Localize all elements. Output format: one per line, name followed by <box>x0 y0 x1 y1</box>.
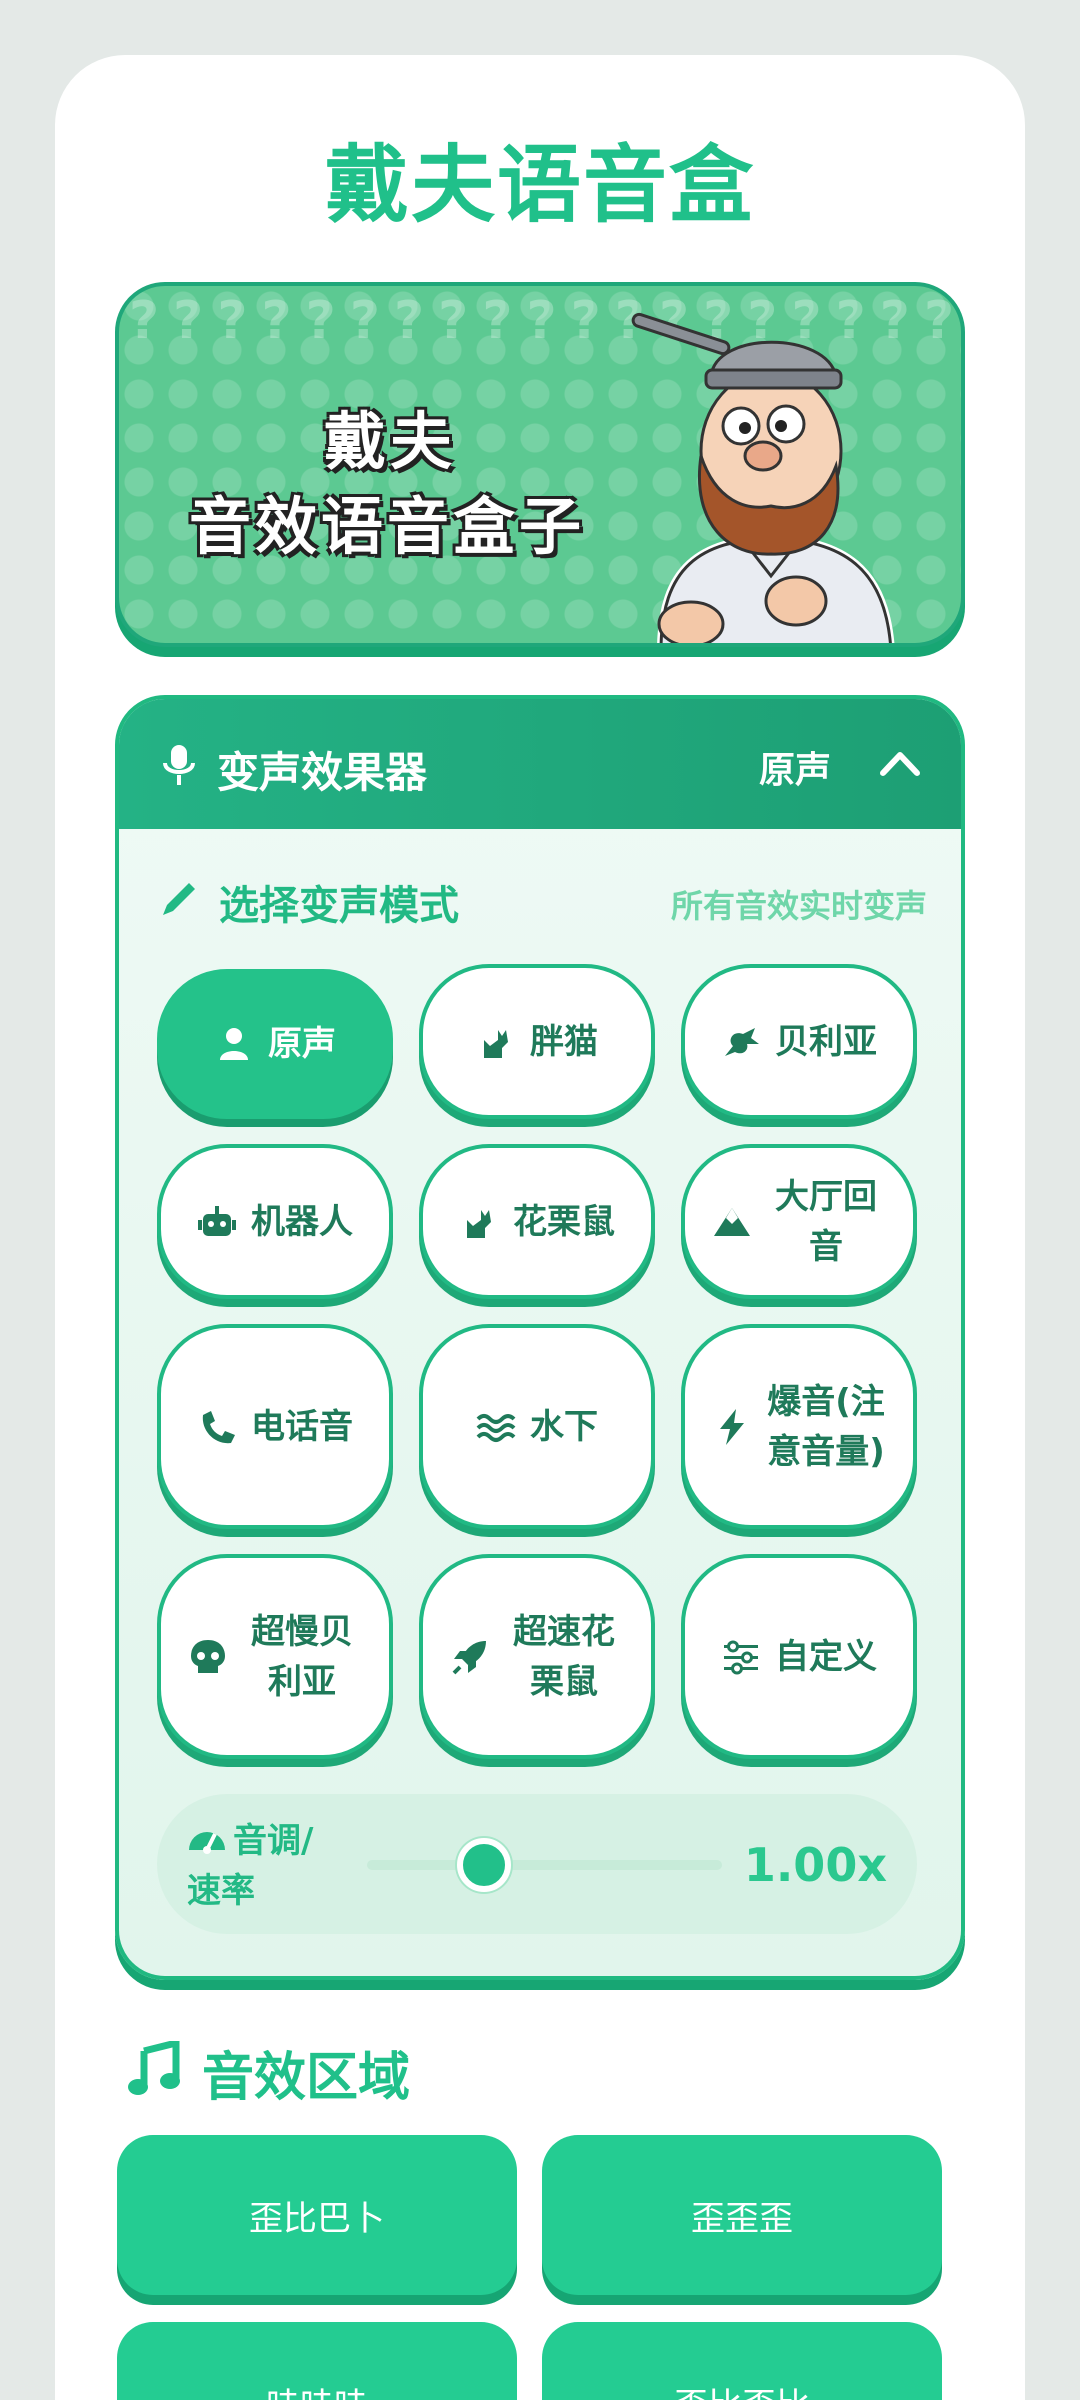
app-title: 戴夫语音盒 <box>324 136 755 234</box>
mode-label: 自定义 <box>775 1636 877 1677</box>
mode-distortion-button[interactable]: 爆音(注意音量) <box>681 1324 917 1529</box>
mode-custom-button[interactable]: 自定义 <box>681 1554 917 1759</box>
dragon-icon <box>725 1027 759 1056</box>
banner-subtitle: 音效语音盒子 <box>189 490 586 563</box>
mode-label: 电话音 <box>251 1406 353 1447</box>
mode-section-title: 选择变声模式 <box>219 883 459 929</box>
voice-changer-panel: 变声效果器 原声 选择变声模式 所有音效实时变声 原声 胖猫 贝利亚 机器人 花… <box>115 695 965 1980</box>
effects-title: 音效区域 <box>202 2048 411 2108</box>
mode-label: 超速花栗鼠 <box>513 1611 615 1702</box>
mode-phone-button[interactable]: 电话音 <box>157 1324 393 1529</box>
mode-robot-button[interactable]: 机器人 <box>157 1144 393 1299</box>
cat-icon <box>467 1209 491 1238</box>
pitch-slider-track[interactable] <box>367 1838 722 1892</box>
banner-title: 戴夫 <box>324 405 457 478</box>
pitch-slider-thumb[interactable] <box>457 1838 512 1892</box>
mode-underwater-button[interactable]: 水下 <box>419 1324 655 1529</box>
water-icon <box>476 1413 516 1442</box>
sliders-icon <box>724 1640 758 1674</box>
banner: ????????????????????????????????????????… <box>115 282 965 647</box>
pitch-label: 音调/速率 <box>187 1816 337 1916</box>
mode-original-button[interactable]: 原声 <box>157 969 393 1119</box>
mode-label: 胖猫 <box>530 1021 598 1062</box>
mode-label: 爆音(注意音量) <box>767 1381 885 1472</box>
mode-hall-echo-button[interactable]: 大厅回音 <box>681 1144 917 1299</box>
voice-changer-title: 变声效果器 <box>217 748 428 797</box>
rocket-icon <box>452 1640 486 1674</box>
sfx-button[interactable]: 歪比巴卜 <box>117 2135 517 2295</box>
sfx-button[interactable]: 歪歪歪 <box>542 2135 942 2295</box>
mode-label: 原声 <box>268 1024 336 1064</box>
pitch-value: 1.00x <box>743 1838 887 1892</box>
mode-label: 水下 <box>530 1406 598 1447</box>
mode-label: 贝利亚 <box>775 1021 877 1062</box>
pen-icon <box>163 883 195 915</box>
music-note-icon <box>128 2041 180 2095</box>
person-icon <box>220 1028 248 1060</box>
mode-fat-cat-button[interactable]: 胖猫 <box>419 964 655 1119</box>
gauge-icon <box>189 1832 225 1854</box>
robot-icon <box>198 1205 236 1236</box>
mode-label: 花栗鼠 <box>513 1201 615 1242</box>
mode-belial-button[interactable]: 贝利亚 <box>681 964 917 1119</box>
sfx-button[interactable]: 歪比歪比 <box>542 2322 942 2400</box>
chevron-up-icon[interactable] <box>877 743 923 783</box>
sfx-button[interactable]: 哇哇哇 <box>117 2322 517 2400</box>
pitch-slider-row: 音调/速率 1.00x <box>157 1794 917 1934</box>
phone-icon <box>202 1410 235 1443</box>
mode-chipmunk-button[interactable]: 花栗鼠 <box>419 1144 655 1299</box>
bolt-icon <box>720 1408 744 1445</box>
mode-label: 机器人 <box>251 1201 353 1242</box>
mode-label: 超慢贝利亚 <box>251 1611 353 1702</box>
mic-icon <box>163 745 195 785</box>
mode-section-header: 选择变声模式 所有音效实时变声 <box>157 869 927 929</box>
mode-slow-belial-button[interactable]: 超慢贝利亚 <box>157 1554 393 1759</box>
current-mode-label: 原声 <box>758 750 831 791</box>
mode-fast-chipmunk-button[interactable]: 超速花栗鼠 <box>419 1554 655 1759</box>
mode-section-hint: 所有音效实时变声 <box>670 887 927 925</box>
mountain-icon <box>714 1207 750 1236</box>
cat-icon <box>484 1029 508 1058</box>
mode-label: 大厅回音 <box>775 1176 877 1267</box>
voice-changer-header[interactable]: 变声效果器 原声 <box>119 699 961 829</box>
skull-icon <box>191 1639 225 1673</box>
dave-mascot-image <box>631 312 895 643</box>
